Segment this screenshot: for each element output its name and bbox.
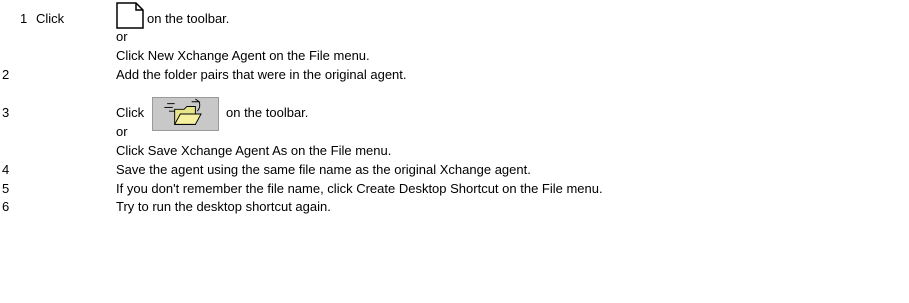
- step-2-text: Add the folder pairs that were in the or…: [116, 67, 407, 82]
- step-3-after-icon: on the toolbar.: [226, 105, 309, 120]
- step-1-alternative: Click New Xchange Agent on the File menu…: [116, 48, 370, 63]
- step-2-number: 2: [2, 67, 10, 82]
- step-1-number: 1: [20, 11, 28, 26]
- open-folder-icon: [152, 97, 219, 131]
- new-document-icon: [116, 2, 144, 29]
- step-3-number: 3: [2, 105, 10, 120]
- step-3-or: or: [116, 124, 128, 139]
- step-1-click-label: Click: [36, 11, 65, 26]
- step-4-number: 4: [2, 162, 10, 177]
- step-3-click-label: Click: [116, 105, 145, 120]
- step-3-alternative: Click Save Xchange Agent As on the File …: [116, 143, 392, 158]
- step-1-or: or: [116, 29, 128, 44]
- step-4-text: Save the agent using the same file name …: [116, 162, 531, 177]
- step-6-text: Try to run the desktop shortcut again.: [116, 199, 331, 214]
- step-5-number: 5: [2, 181, 10, 196]
- step-6-number: 6: [2, 199, 10, 214]
- step-1-after-icon: on the toolbar.: [147, 11, 230, 26]
- step-5-text: If you don't remember the file name, cli…: [116, 181, 603, 196]
